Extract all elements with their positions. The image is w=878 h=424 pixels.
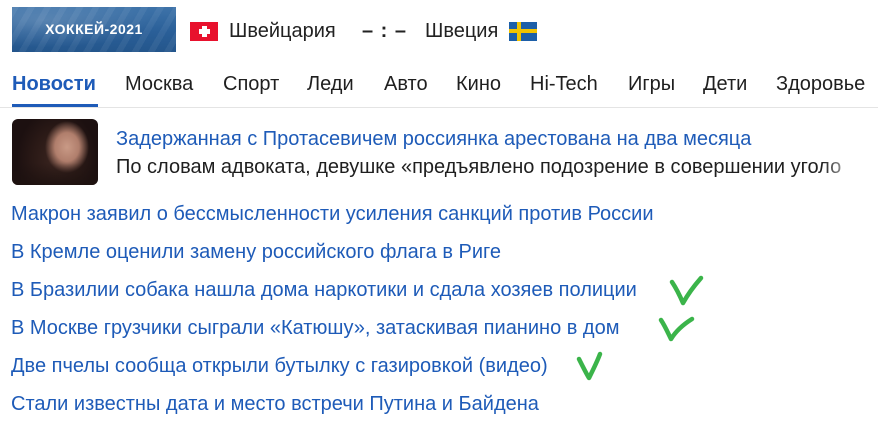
tab-moskva[interactable]: Москва	[125, 73, 193, 96]
tab-avto[interactable]: Авто	[384, 73, 428, 96]
match-score[interactable]: – : –	[362, 19, 407, 43]
match-score-value: – : –	[362, 19, 408, 42]
green-check-mark-icon	[658, 316, 695, 342]
home-team-name: Швейцария	[229, 19, 336, 42]
headline-link[interactable]: Стали известны дата и место встречи Пути…	[11, 393, 539, 416]
tab-zdorovye[interactable]: Здоровье	[776, 73, 865, 96]
headline-link[interactable]: Две пчелы сообща открыли бутылку с газир…	[11, 355, 548, 378]
headline-link[interactable]: Макрон заявил о бессмысленности усиления…	[11, 203, 654, 226]
tab-kino[interactable]: Кино	[456, 73, 501, 96]
featured-story-lead-text: По словам адвоката, девушке «предъявлено…	[116, 156, 842, 178]
green-check-mark-icon	[576, 351, 603, 381]
green-check-mark-icon	[669, 275, 704, 306]
tab-sport[interactable]: Спорт	[223, 73, 279, 96]
featured-story-lead: По словам адвоката, девушке «предъявлено…	[116, 156, 862, 179]
tab-igry[interactable]: Игры	[628, 73, 675, 96]
tab-hi-tech[interactable]: Hi-Tech	[530, 73, 598, 96]
hockey-2021-banner[interactable]: ХОККЕЙ-2021	[12, 7, 176, 52]
nav-divider	[0, 107, 878, 108]
away-team-name: Швеция	[425, 19, 499, 42]
match-away[interactable]: Швеция	[425, 19, 538, 43]
hockey-score-bar[interactable]: ХОККЕЙ-2021 Швейцария – : – Швеция	[0, 0, 878, 56]
match-home[interactable]: Швейцария	[190, 19, 336, 43]
tab-ledi[interactable]: Леди	[307, 73, 354, 96]
sweden-flag-icon	[509, 21, 538, 41]
headline-link[interactable]: В Москве грузчики сыграли «Катюшу», зата…	[11, 317, 619, 340]
tab-deti[interactable]: Дети	[703, 73, 747, 96]
hockey-banner-label: ХОККЕЙ-2021	[45, 21, 143, 37]
news-category-nav: Новости Москва Спорт Леди Авто Кино Hi-T…	[0, 56, 878, 108]
tab-novosti[interactable]: Новости	[12, 73, 96, 96]
switzerland-flag-icon	[190, 21, 218, 41]
headline-link[interactable]: В Кремле оценили замену российского флаг…	[11, 241, 501, 264]
featured-story-title[interactable]: Задержанная с Протасевичем россиянка аре…	[116, 128, 751, 151]
headline-link[interactable]: В Бразилии собака нашла дома наркотики и…	[11, 279, 637, 302]
featured-story-thumbnail[interactable]	[12, 119, 98, 185]
